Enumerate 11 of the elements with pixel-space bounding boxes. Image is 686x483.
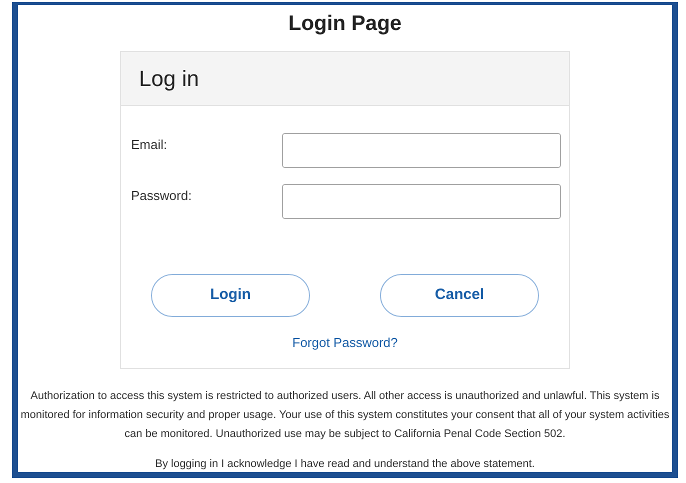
authorization-notice: Authorization to access this system is restricted to authorized users. All other access is unauthorized and unlawful. This system is monitored for information security and proper usage. Your use of this system constitutes your consent that all of your system activities can be monitored. Unauthorized use may be subject to California Penal Code Section 502.: [20, 388, 670, 442]
field-label: Password:: [131, 186, 193, 205]
field-label: Email:: [131, 136, 168, 154]
acknowledgement-text: By logging in I acknowledge I have read and understand the above statement.: [155, 456, 535, 472]
input-field[interactable]: [282, 184, 561, 219]
page-title: Login Page: [288, 11, 402, 37]
forgot-password-link[interactable]: Forgot Password?: [292, 333, 398, 352]
card-title: Log in: [139, 65, 199, 93]
input-field[interactable]: [282, 133, 561, 168]
cancel-button[interactable]: Cancel: [380, 274, 539, 317]
login-button[interactable]: Login: [151, 274, 310, 317]
